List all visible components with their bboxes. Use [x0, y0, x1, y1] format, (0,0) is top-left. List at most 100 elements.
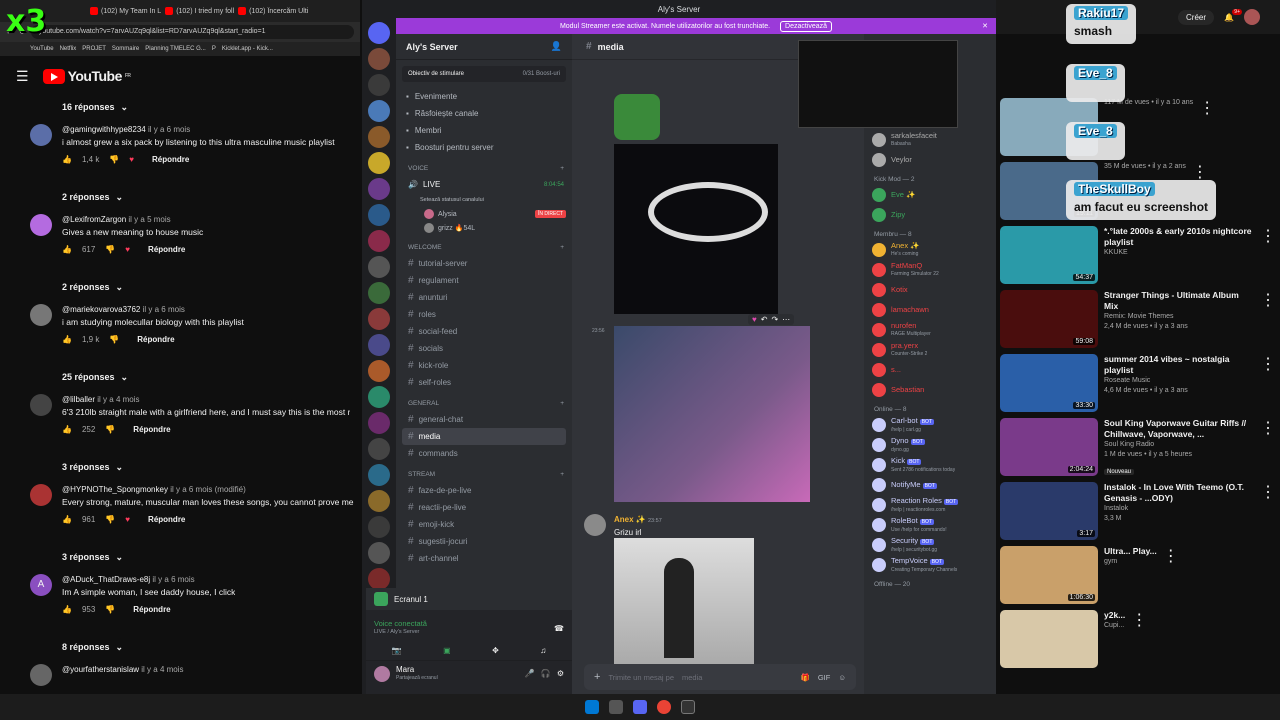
server-icon[interactable]: [368, 464, 390, 486]
microphone-icon[interactable]: 🎤: [525, 669, 535, 678]
category-voice[interactable]: VOICE +: [396, 160, 572, 176]
disconnect-icon[interactable]: ☎: [554, 624, 564, 633]
server-icon[interactable]: [368, 490, 390, 512]
replies-toggle[interactable]: 25 réponses ⌄: [0, 366, 360, 388]
server-icon[interactable]: [368, 282, 390, 304]
server-icon[interactable]: [368, 542, 390, 564]
boost-goal[interactable]: Obiectiv de stimulare 0/31 Boost-uri: [402, 66, 566, 82]
forward-icon[interactable]: ↷: [771, 315, 778, 324]
video-title[interactable]: Soul King Vaporwave Guitar Riffs // Chil…: [1104, 418, 1254, 440]
avatar[interactable]: [30, 304, 52, 326]
replies-toggle[interactable]: 16 réponses ⌄: [0, 96, 360, 118]
channel-emoji-kick[interactable]: # emoji-kick: [396, 516, 572, 533]
server-icon[interactable]: [368, 516, 390, 538]
server-nav-item[interactable]: ▪ Evenimente: [396, 88, 572, 105]
server-icon[interactable]: [368, 308, 390, 330]
server-icon[interactable]: [368, 74, 390, 96]
channel-faze-de-pe-live[interactable]: # faze-de-pe-live: [396, 482, 572, 499]
bookmark-item[interactable]: PROJET: [82, 46, 106, 52]
server-icon[interactable]: [368, 152, 390, 174]
channel-roles[interactable]: # roles: [396, 306, 572, 323]
comment-author[interactable]: @mariekovarova3762: [62, 305, 140, 314]
video-channel[interactable]: Roseate Music: [1104, 376, 1254, 386]
member-item[interactable]: Anex ✨ He's coming: [864, 240, 996, 260]
server-icon[interactable]: [368, 204, 390, 226]
thumbs-up-icon[interactable]: 👍: [62, 514, 72, 526]
replies-toggle[interactable]: 2 réponses ⌄: [0, 186, 360, 208]
avatar[interactable]: [1244, 9, 1260, 25]
server-icon[interactable]: [368, 48, 390, 70]
replies-toggle[interactable]: 8 réponses ⌄: [0, 636, 360, 658]
add-channel-icon[interactable]: +: [560, 471, 564, 478]
emoji-icon[interactable]: ☺: [838, 673, 846, 682]
video-thumbnail[interactable]: 3:17: [1000, 482, 1098, 540]
screen-share-preview[interactable]: [798, 40, 958, 128]
browser-tab[interactable]: (102) My Team In L: [90, 7, 161, 15]
avatar[interactable]: [374, 665, 390, 682]
bookmark-item[interactable]: P: [212, 46, 216, 52]
avatar[interactable]: [30, 664, 52, 686]
voice-user[interactable]: Alysia ÎN DIRECT: [396, 207, 572, 221]
channel-art-channel[interactable]: # art-channel: [396, 550, 572, 567]
close-icon[interactable]: ✕: [982, 22, 988, 30]
channel-tutorial-server[interactable]: # tutorial-server: [396, 255, 572, 272]
category-stream[interactable]: STREAM +: [396, 466, 572, 482]
recommendation-item[interactable]: 59:08 Stranger Things - Ultimate Album Mi…: [996, 288, 1280, 352]
recommendation-item[interactable]: 54:37 *.°late 2000s & early 2010s nightco…: [996, 224, 1280, 288]
channel-kick-role[interactable]: # kick-role: [396, 357, 572, 374]
member-item[interactable]: pra.yerx Counter-Strike 2: [864, 340, 996, 360]
video-title[interactable]: summer 2014 vibes ~ nostalgia playlist: [1104, 354, 1254, 376]
channel-sugestii-jocuri[interactable]: # sugestii-jocuri: [396, 533, 572, 550]
comment-author[interactable]: @LexifromZargon: [62, 215, 126, 224]
thumbs-down-icon[interactable]: 👎: [109, 154, 119, 166]
member-item[interactable]: Kotix: [864, 280, 996, 300]
video-title[interactable]: Ultra... Play...: [1104, 546, 1157, 557]
server-icon[interactable]: [368, 412, 390, 434]
thumbs-up-icon[interactable]: 👍: [62, 424, 72, 436]
thumbs-up-icon[interactable]: 👍: [62, 244, 72, 256]
youtube-logo[interactable]: YouTube FR: [42, 68, 131, 84]
thumbs-down-icon[interactable]: 👎: [109, 334, 119, 346]
discord-home-icon[interactable]: [368, 22, 390, 44]
more-vert-icon[interactable]: ⋮: [1260, 482, 1276, 542]
member-item[interactable]: TempVoice BOT Creating Temporary Channels: [864, 555, 996, 575]
recommendation-item[interactable]: 2:04:24 Soul King Vaporwave Guitar Riffs …: [996, 416, 1280, 480]
channel-media[interactable]: # media: [402, 428, 566, 445]
video-channel[interactable]: Soul King Radio: [1104, 440, 1254, 450]
bookmark-item[interactable]: Planning TMELEC G...: [145, 46, 206, 52]
server-icon[interactable]: [368, 256, 390, 278]
avatar[interactable]: A: [30, 574, 52, 596]
member-item[interactable]: s...: [864, 360, 996, 380]
member-item[interactable]: Carl-bot BOT/help | carl.gg: [864, 415, 996, 435]
chrome-taskbar-icon[interactable]: [657, 700, 671, 714]
reply-button[interactable]: Répondre: [148, 514, 185, 526]
bookmark-item[interactable]: Kicklet.app - Kick...: [222, 46, 273, 52]
member-item[interactable]: FatManQ Farming Simulator 22: [864, 260, 996, 280]
member-item[interactable]: Security BOT/help | securitybot.gg: [864, 535, 996, 555]
thumbs-down-icon[interactable]: 👎: [105, 514, 115, 526]
browser-tab[interactable]: (102) Încercăm Ulti: [238, 7, 308, 15]
add-attachment-icon[interactable]: +: [594, 671, 600, 683]
video-title[interactable]: *.°late 2000s & early 2010s nightcore pl…: [1104, 226, 1254, 248]
server-icon[interactable]: [368, 178, 390, 200]
comment-author[interactable]: @gamingwithhype8234: [62, 125, 146, 134]
avatar[interactable]: [584, 514, 606, 536]
reply-button[interactable]: Répondre: [133, 424, 170, 436]
thumbs-down-icon[interactable]: 👎: [105, 604, 115, 616]
server-icon[interactable]: [368, 438, 390, 460]
disable-streamer-mode-button[interactable]: Dezactivează: [780, 20, 833, 32]
more-vert-icon[interactable]: ⋮: [1131, 610, 1147, 670]
member-item[interactable]: nurofen RAGE Multiplayer: [864, 320, 996, 340]
more-vert-icon[interactable]: ⋮: [1260, 354, 1276, 414]
channel-reactii-pe-live[interactable]: # reactii-pe-live: [396, 499, 572, 516]
member-item[interactable]: RoleBot BOT Use /help for commands!: [864, 515, 996, 535]
more-vert-icon[interactable]: ⋮: [1163, 546, 1179, 606]
voice-status[interactable]: Setează statusul canalului: [396, 193, 572, 207]
discord-taskbar-icon[interactable]: [633, 700, 647, 714]
bookmark-item[interactable]: YouTube: [30, 46, 54, 52]
member-item[interactable]: lamachawn: [864, 300, 996, 320]
create-button[interactable]: Créer: [1178, 9, 1215, 25]
avatar[interactable]: [30, 214, 52, 236]
obs-taskbar-icon[interactable]: [681, 700, 695, 714]
avatar[interactable]: [30, 484, 52, 506]
